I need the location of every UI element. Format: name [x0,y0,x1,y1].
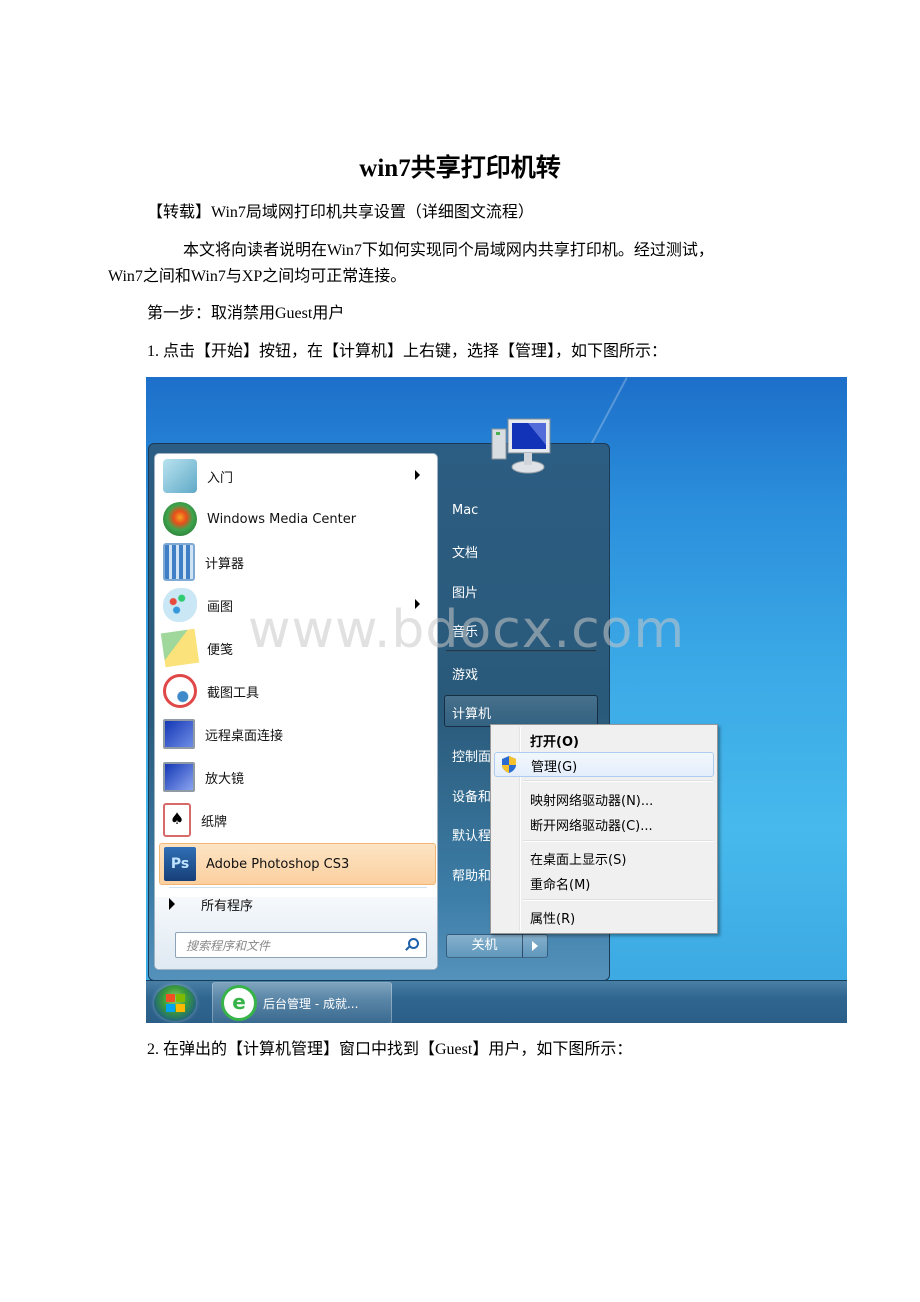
context-item-open[interactable]: 打开(O) [494,728,712,751]
menu-item-label: 重命名(M) [530,878,591,893]
program-paint[interactable]: 画图 [159,585,434,625]
browser-icon: e [221,985,257,1021]
photoshop-badge-text: Ps [170,856,190,872]
windows-logo-pane [176,1004,185,1012]
program-label: 截图工具 [207,685,260,701]
windows-logo-icon [166,994,175,1002]
context-item-show-on-desktop[interactable]: 在桌面上显示(S) [494,846,712,869]
step2-instruction: 2. 在弹出的【计算机管理】窗口中找到【Guest】用户，如下图所示： [147,1041,633,1058]
intro-paragraph-line2: Win7之间和Win7与XP之间均可正常连接。 [108,268,407,285]
getting-started-icon [163,459,197,493]
start-link-default-programs[interactable]: 默认程 [452,825,491,844]
program-adobe-photoshop-cs3[interactable]: Ps Adobe Photoshop CS3 [159,843,436,885]
program-label: Windows Media Center [207,511,357,527]
context-item-rename[interactable]: 重命名(M) [494,871,712,894]
context-item-properties[interactable]: 属性(R) [494,905,712,928]
menu-item-label: 在桌面上显示(S) [530,853,627,868]
right-panel-divider [446,650,596,652]
solitaire-icon: ♠ [163,803,191,837]
all-programs-button[interactable]: 所有程序 [169,890,253,918]
start-link-help-support[interactable]: 帮助和 [452,865,491,884]
snipping-tool-icon [163,674,197,708]
program-label: 远程桌面连接 [205,728,284,744]
taskbar-item-label: 后台管理 - 成就... [263,996,359,1011]
sticky-notes-icon [160,628,200,668]
program-label: Adobe Photoshop CS3 [206,856,350,872]
step1-instruction: 1. 点击【开始】按钮，在【计算机】上右键，选择【管理】，如下图所示： [147,343,668,360]
intro-paragraph-line1: 本文将向读者说明在Win7下如何实现同个局域网内共享打印机。经过测试， [183,242,714,259]
start-search-input[interactable]: 搜索程序和文件 [175,932,427,958]
computer-icon [491,418,551,474]
start-menu-programs-panel: 入门 Windows Media Center 计算器 画图 便笺 截图工具 远… [154,453,438,970]
shutdown-button[interactable]: 关机 [446,934,523,958]
menu-separator [523,780,713,782]
taskbar: e 后台管理 - 成就... [146,980,847,1023]
program-label: 计算器 [205,556,245,572]
windows-logo-pane [176,994,185,1002]
search-icon[interactable] [404,938,419,952]
program-calculator[interactable]: 计算器 [159,542,434,582]
context-item-disconnect-network-drive[interactable]: 断开网络驱动器(C)... [494,812,712,835]
start-link-pictures[interactable]: 图片 [452,582,478,601]
program-magnifier[interactable]: 放大镜 [159,757,434,797]
start-link-music[interactable]: 音乐 [452,621,478,640]
computer-context-menu: 打开(O) 管理(G) 映射网络驱动器(N)... 断开网络驱动器(C)... … [490,724,718,934]
context-item-map-network-drive[interactable]: 映射网络驱动器(N)... [494,787,712,810]
submenu-arrow-icon [415,470,420,480]
program-windows-media-center[interactable]: Windows Media Center [159,499,434,539]
win7-screenshot: 入门 Windows Media Center 计算器 画图 便笺 截图工具 远… [146,377,847,1023]
programs-divider [169,887,427,888]
program-solitaire[interactable]: ♠ 纸牌 [159,800,434,840]
menu-item-label: 属性(R) [530,912,576,927]
program-label: 画图 [207,599,234,615]
program-label: 便笺 [207,642,234,658]
menu-item-label: 打开(O) [530,735,579,750]
uac-shield-icon [502,756,516,773]
program-label: 入门 [207,470,234,486]
menu-item-label: 映射网络驱动器(N)... [530,794,654,809]
photoshop-icon: Ps [164,847,196,881]
submenu-arrow-icon [415,599,420,609]
start-link-control-panel[interactable]: 控制面 [452,746,491,765]
paint-icon [163,588,197,622]
start-link-computer[interactable]: 计算机 [452,703,491,722]
menu-item-label: 断开网络驱动器(C)... [530,819,653,834]
shutdown-options-button[interactable] [522,934,548,958]
expand-arrow-icon [169,898,175,910]
subtitle-paragraph: 【转载】Win7局域网打印机共享设置（详细图文流程） [147,204,534,221]
windows-media-center-icon [163,502,197,536]
program-remote-desktop[interactable]: 远程桌面连接 [159,714,434,754]
start-link-user-folder[interactable]: Mac [452,503,478,518]
magnifier-icon [163,762,195,792]
taskbar-browser-window[interactable]: e 后台管理 - 成就... [212,982,392,1023]
program-label: 纸牌 [201,814,228,830]
menu-item-label: 管理(G) [531,760,578,775]
start-button[interactable] [154,985,196,1021]
program-label: 放大镜 [205,771,245,787]
program-snipping-tool[interactable]: 截图工具 [159,671,434,711]
start-link-documents[interactable]: 文档 [452,542,478,561]
menu-separator [523,899,713,901]
search-placeholder: 搜索程序和文件 [186,938,271,953]
windows-logo-pane [166,1004,175,1012]
start-link-devices-printers[interactable]: 设备和 [452,786,491,805]
program-sticky-notes[interactable]: 便笺 [159,628,434,668]
context-item-manage[interactable]: 管理(G) [494,752,714,777]
calculator-icon [163,543,195,581]
step1-heading: 第一步：取消禁用Guest用户 [147,305,345,322]
start-link-games[interactable]: 游戏 [452,664,478,683]
document-title: win7共享打印机转 [359,155,561,182]
remote-desktop-icon [163,719,195,749]
menu-separator [523,840,713,842]
program-getting-started[interactable]: 入门 [159,456,434,496]
all-programs-label: 所有程序 [201,898,254,914]
